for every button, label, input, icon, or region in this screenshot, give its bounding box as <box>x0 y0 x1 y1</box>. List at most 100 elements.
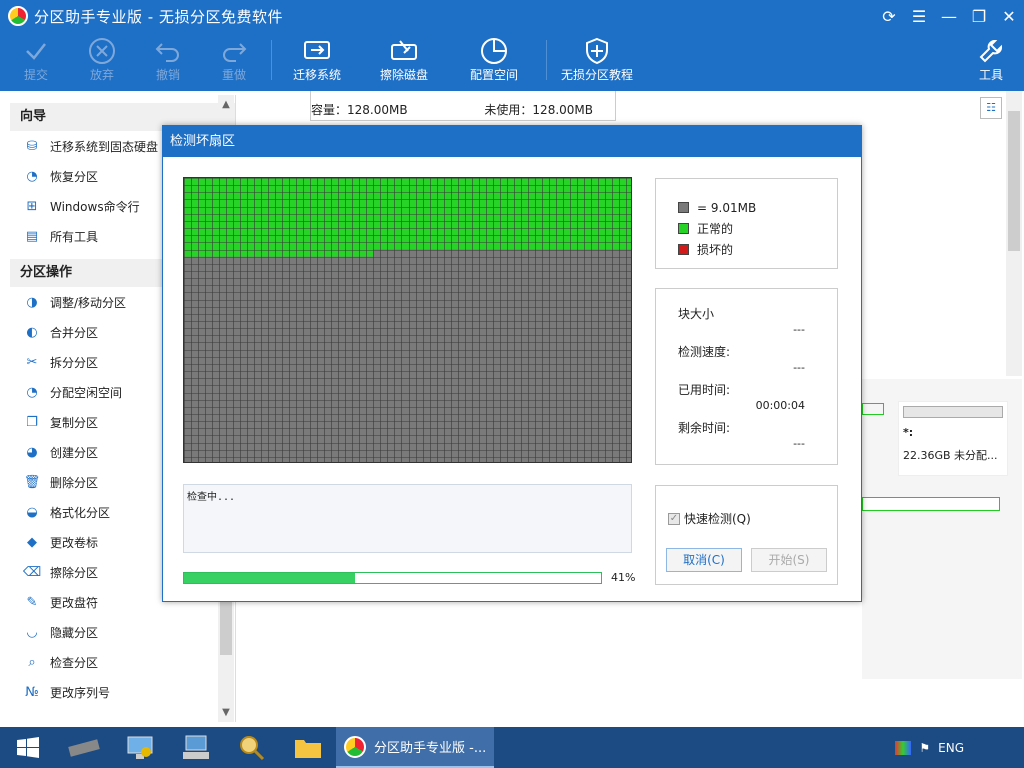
pie-icon <box>458 36 530 66</box>
discard-label: 放弃 <box>89 68 114 82</box>
restore-icon[interactable]: ❐ <box>964 0 994 32</box>
resize-icon: ◑ <box>26 294 38 310</box>
undo-button[interactable]: 撤销 <box>132 36 204 83</box>
legend-box: = 9.01MB 正常的 损坏的 <box>655 178 838 269</box>
scan-log: 检查中... <box>183 484 632 553</box>
windows-icon: ⊞ <box>26 198 38 214</box>
menu-icon[interactable]: ☰ <box>904 0 934 32</box>
partition-label: *: <box>903 426 914 439</box>
keyboard-monitor-icon[interactable] <box>168 727 224 768</box>
bad-sector-dialog: 检测坏扇区 = 9.01MB 正常的 损坏的 块大小 --- 检测速度: ---… <box>162 125 862 602</box>
progress-percent: 41% <box>611 571 636 584</box>
speed-value: --- <box>793 361 805 374</box>
partition-bar[interactable] <box>862 403 884 415</box>
quick-check-label: 快速检测(Q) <box>684 512 751 526</box>
undo-label: 撤销 <box>155 68 180 82</box>
sidebar-item-label: 删除分区 <box>50 475 99 490</box>
tutorial-label: 无损分区教程 <box>560 68 633 82</box>
check-icon <box>0 36 72 66</box>
wipe-icon: ⌫ <box>22 564 42 580</box>
migrate-disk-icon <box>281 36 353 66</box>
partition-bar-wide[interactable] <box>862 497 1000 511</box>
scan-progress-bar <box>183 572 602 584</box>
taskbar-active-app[interactable]: 分区助手专业版 -... <box>336 727 494 768</box>
allocate-icon: ◔ <box>26 384 38 400</box>
sidebar-item-label: 复制分区 <box>50 415 99 430</box>
magnifier-icon[interactable] <box>224 727 280 768</box>
system-tray: ⚑ ENG <box>895 727 1024 768</box>
app-header: 分区助手专业版 - 无损分区免费软件 ⟳ ☰ — ❐ ✕ 提交 放弃 撤销 重做… <box>0 0 1024 91</box>
legend-bad-label: 损坏的 <box>697 243 734 257</box>
sidebar-item-label: Windows命令行 <box>50 199 140 214</box>
actions-box: ✓ 快速检测(Q) 取消(C) 开始(S) <box>655 485 838 585</box>
cancel-circle-icon <box>66 36 138 66</box>
tray-app-icon[interactable] <box>895 740 912 755</box>
elapsed-value: 00:00:04 <box>755 399 805 412</box>
block-size-label: 块大小 <box>678 307 715 321</box>
legend-bad-row: 损坏的 <box>678 239 837 260</box>
scroll-thumb[interactable] <box>1008 111 1020 251</box>
sidebar-item-ops-13[interactable]: № 更改序列号 <box>10 677 235 707</box>
sidebar-item-label: 迁移系统到固态硬盘 <box>50 139 159 154</box>
migrate-label: 迁移系统 <box>292 68 341 82</box>
main-scrollbar[interactable] <box>1006 91 1022 376</box>
tray-language[interactable]: ENG <box>938 741 964 755</box>
folder-icon[interactable] <box>280 727 336 768</box>
checkbox-check-icon: ✓ <box>668 512 680 525</box>
windows-start-icon[interactable] <box>0 727 56 768</box>
toolbar-separator <box>271 40 272 80</box>
serial-icon: № <box>25 684 39 700</box>
legend-block-label: = 9.01MB <box>697 200 757 215</box>
sidebar-item-label: 分配空闲空间 <box>50 385 123 400</box>
quick-check-checkbox[interactable]: ✓ 快速检测(Q) <box>668 510 751 527</box>
block-size-value: --- <box>793 323 805 336</box>
allocate-label: 配置空间 <box>469 68 518 82</box>
partition-tile[interactable]: *: 22.36GB 未分配... <box>898 401 1008 476</box>
computer-settings-icon[interactable] <box>112 727 168 768</box>
minimize-icon[interactable]: — <box>934 0 964 32</box>
discard-button[interactable]: 放弃 <box>66 36 138 83</box>
shield-icon <box>556 36 638 66</box>
recover-icon: ◔ <box>26 168 38 184</box>
sector-grid-map <box>184 178 631 462</box>
cancel-button[interactable]: 取消(C) <box>666 548 742 572</box>
disk-card[interactable]: 容量：128.00MB 未使用：128.00MB <box>310 91 616 121</box>
redo-icon <box>198 36 270 66</box>
wipe-disk-button[interactable]: 擦除磁盘 <box>368 36 440 83</box>
window-controls: ⟳ ☰ — ❐ ✕ <box>874 0 1024 32</box>
app-logo-icon <box>8 6 28 26</box>
toolbar: 提交 放弃 撤销 重做 迁移系统 擦除磁盘 配置空间 无损分区教程 工具 <box>0 32 1024 91</box>
tutorial-button[interactable]: 无损分区教程 <box>556 36 638 83</box>
refresh-icon[interactable]: ⟳ <box>874 0 904 32</box>
sidebar-item-label: 更改盘符 <box>50 595 99 610</box>
sidebar-item-label: 隐藏分区 <box>50 625 99 640</box>
view-toggle-icon[interactable]: ☷ <box>980 97 1002 119</box>
toolbar-separator <box>546 40 547 80</box>
tray-flag-icon[interactable]: ⚑ <box>919 741 930 755</box>
sidebar-item-label: 更改序列号 <box>50 685 111 700</box>
sidebar-item-label: 创建分区 <box>50 445 99 460</box>
legend-normal-swatch <box>678 223 689 234</box>
sidebar-item-label: 合并分区 <box>50 325 99 340</box>
memory-chip-icon[interactable] <box>56 727 112 768</box>
sidebar-item-label: 格式化分区 <box>50 505 111 520</box>
close-icon[interactable]: ✕ <box>994 0 1024 32</box>
migrate-button[interactable]: 迁移系统 <box>281 36 353 83</box>
commit-button[interactable]: 提交 <box>0 36 72 83</box>
undo-icon <box>132 36 204 66</box>
sidebar-item-ops-11[interactable]: ◡ 隐藏分区 <box>10 617 235 647</box>
redo-label: 重做 <box>221 68 246 82</box>
elapsed-label: 已用时间: <box>678 383 731 397</box>
start-button[interactable]: 开始(S) <box>751 548 827 572</box>
scroll-down-icon[interactable]: ▼ <box>218 707 234 718</box>
taskbar: 分区助手专业版 -... ⚑ ENG <box>0 727 1024 768</box>
scroll-up-icon[interactable]: ▲ <box>218 99 234 110</box>
redo-button[interactable]: 重做 <box>198 36 270 83</box>
sector-grid <box>183 177 632 463</box>
sidebar-item-ops-12[interactable]: ⌕ 检查分区 <box>10 647 235 677</box>
create-icon: ◕ <box>26 444 38 460</box>
tools-label: 工具 <box>978 68 1003 82</box>
taskbar-app-label: 分区助手专业版 -... <box>374 741 487 756</box>
tools-button[interactable]: 工具 <box>956 36 1024 83</box>
allocate-space-button[interactable]: 配置空间 <box>458 36 530 83</box>
